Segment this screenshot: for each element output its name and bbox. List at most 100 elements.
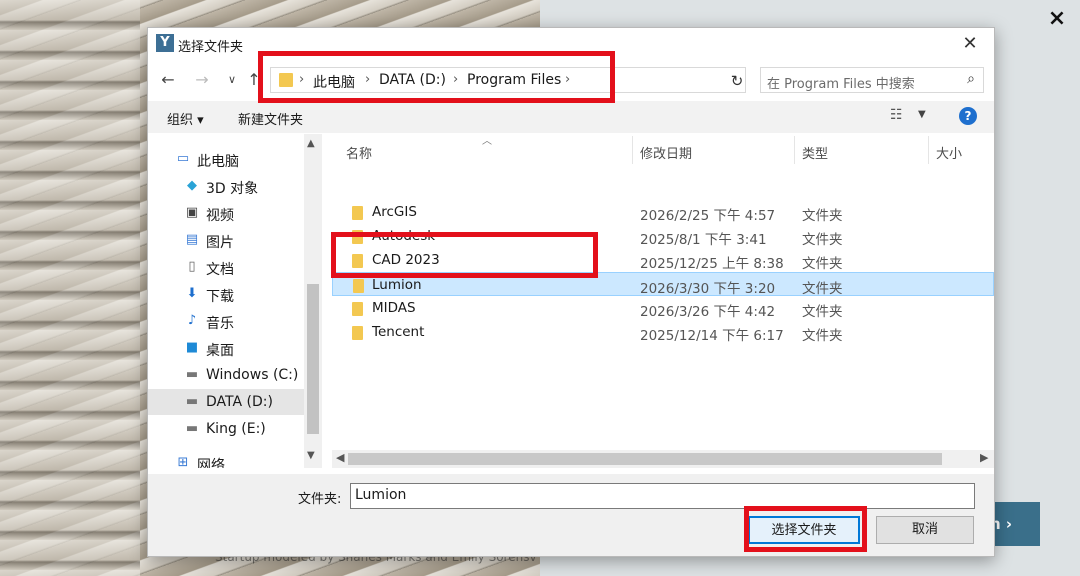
close-icon[interactable]: ✕ bbox=[956, 31, 984, 57]
file-modified: 2026/2/25 下午 4:57 bbox=[640, 208, 776, 224]
folder-icon bbox=[352, 206, 363, 220]
sidebar-scrollbar[interactable]: ▲ ▼ bbox=[304, 134, 322, 468]
sidebar-item-downloads[interactable]: ⬇ 下载 bbox=[148, 281, 304, 307]
sidebar-item-windows-c[interactable]: ▬ Windows (C:) bbox=[148, 362, 304, 388]
command-bar: 组织 ▾ 新建文件夹 ☷ ▼ ? bbox=[148, 101, 994, 133]
sidebar-item-3d-objects[interactable]: ◆ 3D 对象 bbox=[148, 173, 304, 199]
sidebar-item-videos[interactable]: ▣ 视频 bbox=[148, 200, 304, 226]
file-name: Lumion bbox=[372, 277, 422, 293]
column-divider[interactable] bbox=[928, 136, 929, 164]
search-input[interactable]: 在 Program Files 中搜索 bbox=[767, 73, 915, 92]
cancel-button[interactable]: 取消 bbox=[876, 516, 974, 544]
forward-arrow-icon[interactable]: → bbox=[192, 69, 212, 91]
file-modified: 2025/12/14 下午 6:17 bbox=[640, 328, 784, 344]
scroll-thumb[interactable] bbox=[348, 453, 942, 465]
scroll-right-icon[interactable]: ▶ bbox=[980, 451, 988, 464]
search-icon[interactable]: ⌕ bbox=[967, 71, 975, 87]
recent-locations-icon[interactable]: ∨ bbox=[222, 69, 242, 91]
scroll-up-icon[interactable]: ▲ bbox=[307, 138, 315, 149]
network-icon: ⊞ bbox=[177, 455, 189, 468]
sidebar-item-label: 网络 bbox=[197, 458, 225, 468]
scroll-down-icon[interactable]: ▼ bbox=[307, 450, 315, 461]
search-box[interactable]: 在 Program Files 中搜索 ⌕ bbox=[760, 67, 984, 93]
sidebar-item-music[interactable]: ♪ 音乐 bbox=[148, 308, 304, 334]
column-name[interactable]: 名称 bbox=[346, 143, 372, 162]
navigation-pane: ▭ 此电脑 ◆ 3D 对象 ▣ 视频 ▤ 图片 ▯ 文档 ⬇ 下载 ♪ 音乐 ■ bbox=[148, 134, 322, 468]
folder-icon bbox=[352, 302, 363, 316]
file-name: ArcGIS bbox=[372, 204, 417, 220]
sidebar-item-documents[interactable]: ▯ 文档 bbox=[148, 254, 304, 280]
folder-name-input[interactable]: Lumion bbox=[350, 483, 975, 509]
app-icon: Y bbox=[156, 34, 174, 52]
sidebar-item-label: DATA (D:) bbox=[206, 394, 273, 410]
picture-icon: ▤ bbox=[185, 232, 199, 247]
refresh-icon[interactable]: ↻ bbox=[726, 70, 748, 92]
new-folder-button[interactable]: 新建文件夹 bbox=[238, 109, 303, 128]
column-header: ︿ 名称 修改日期 类型 大小 bbox=[332, 134, 994, 166]
file-modified: 2026/3/30 下午 3:20 bbox=[640, 281, 776, 297]
file-row[interactable]: MIDAS 2026/3/26 下午 4:42 文件夹 bbox=[332, 296, 994, 320]
column-modified[interactable]: 修改日期 bbox=[640, 143, 692, 162]
sort-ascending-icon: ︿ bbox=[482, 136, 492, 147]
desktop-icon: ■ bbox=[185, 340, 199, 355]
sidebar-item-label: 桌面 bbox=[206, 343, 234, 359]
sidebar-item-label: 下载 bbox=[206, 289, 234, 305]
column-type[interactable]: 类型 bbox=[802, 143, 828, 162]
view-dropdown-icon[interactable]: ▼ bbox=[918, 109, 926, 120]
document-icon: ▯ bbox=[188, 259, 196, 274]
sidebar-item-label: 3D 对象 bbox=[206, 181, 259, 197]
file-list: ︿ 名称 修改日期 类型 大小 ArcGIS 2026/2/25 下午 4:57… bbox=[332, 134, 994, 474]
sidebar-item-label: 视频 bbox=[206, 208, 234, 224]
column-divider[interactable] bbox=[794, 136, 795, 164]
back-arrow-icon[interactable]: ← bbox=[158, 69, 178, 91]
file-modified: 2025/12/25 上午 8:38 bbox=[640, 256, 784, 272]
column-divider[interactable] bbox=[632, 136, 633, 164]
drive-icon: ▬ bbox=[185, 367, 199, 382]
file-name: MIDAS bbox=[372, 300, 416, 316]
video-icon: ▣ bbox=[185, 205, 199, 220]
sidebar-item-label: 音乐 bbox=[206, 316, 234, 332]
folder-icon bbox=[353, 279, 364, 293]
horizontal-scrollbar[interactable]: ◀ ▶ bbox=[332, 450, 994, 468]
file-type: 文件夹 bbox=[802, 256, 843, 272]
highlight-select-button bbox=[744, 506, 867, 552]
view-options-icon[interactable]: ☷ bbox=[890, 107, 908, 125]
scroll-thumb[interactable] bbox=[307, 284, 319, 434]
sidebar-item-label: 文档 bbox=[206, 262, 234, 278]
scroll-left-icon[interactable]: ◀ bbox=[336, 451, 344, 464]
highlight-address-bar bbox=[258, 51, 615, 103]
sidebar-item-label: 此电脑 bbox=[197, 154, 239, 170]
download-icon: ⬇ bbox=[186, 286, 198, 301]
folder-label: 文件夹: bbox=[298, 492, 342, 507]
file-name: Tencent bbox=[372, 324, 425, 340]
drive-icon: ▬ bbox=[185, 394, 199, 409]
drive-icon: ▬ bbox=[185, 421, 199, 436]
sidebar-item-network[interactable]: ⊞ 网络 bbox=[148, 450, 304, 468]
file-type: 文件夹 bbox=[802, 208, 843, 224]
file-row[interactable]: Tencent 2025/12/14 下午 6:17 文件夹 bbox=[332, 320, 994, 344]
sidebar-item-label: 图片 bbox=[206, 235, 234, 251]
app-close-icon[interactable]: × bbox=[1044, 6, 1070, 32]
sidebar-item-king-e[interactable]: ▬ King (E:) bbox=[148, 416, 304, 442]
file-type: 文件夹 bbox=[802, 281, 843, 297]
dialog-title: 选择文件夹 bbox=[178, 40, 244, 55]
file-type: 文件夹 bbox=[802, 232, 843, 248]
file-type: 文件夹 bbox=[802, 304, 843, 320]
sidebar-item-label: King (E:) bbox=[206, 421, 266, 437]
computer-icon: ▭ bbox=[176, 151, 190, 166]
file-row[interactable]: ArcGIS 2026/2/25 下午 4:57 文件夹 bbox=[332, 200, 994, 224]
music-icon: ♪ bbox=[187, 313, 197, 328]
highlight-lumion-row bbox=[331, 232, 598, 278]
help-icon[interactable]: ? bbox=[959, 107, 977, 125]
sidebar-item-desktop[interactable]: ■ 桌面 bbox=[148, 335, 304, 361]
sidebar-item-this-pc[interactable]: ▭ 此电脑 bbox=[148, 146, 304, 172]
file-modified: 2025/8/1 下午 3:41 bbox=[640, 232, 767, 248]
select-folder-dialog: Y 选择文件夹 ✕ ← → ∨ ↑ › 此电脑 › DATA (D:) › Pr… bbox=[147, 27, 995, 557]
organize-menu[interactable]: 组织 ▾ bbox=[167, 109, 204, 128]
sidebar-item-pictures[interactable]: ▤ 图片 bbox=[148, 227, 304, 253]
column-size[interactable]: 大小 bbox=[936, 143, 962, 162]
cube-icon: ◆ bbox=[187, 178, 197, 193]
file-type: 文件夹 bbox=[802, 328, 843, 344]
sidebar-item-data-d[interactable]: ▬ DATA (D:) bbox=[148, 389, 304, 415]
sidebar-item-label: Windows (C:) bbox=[206, 367, 299, 383]
